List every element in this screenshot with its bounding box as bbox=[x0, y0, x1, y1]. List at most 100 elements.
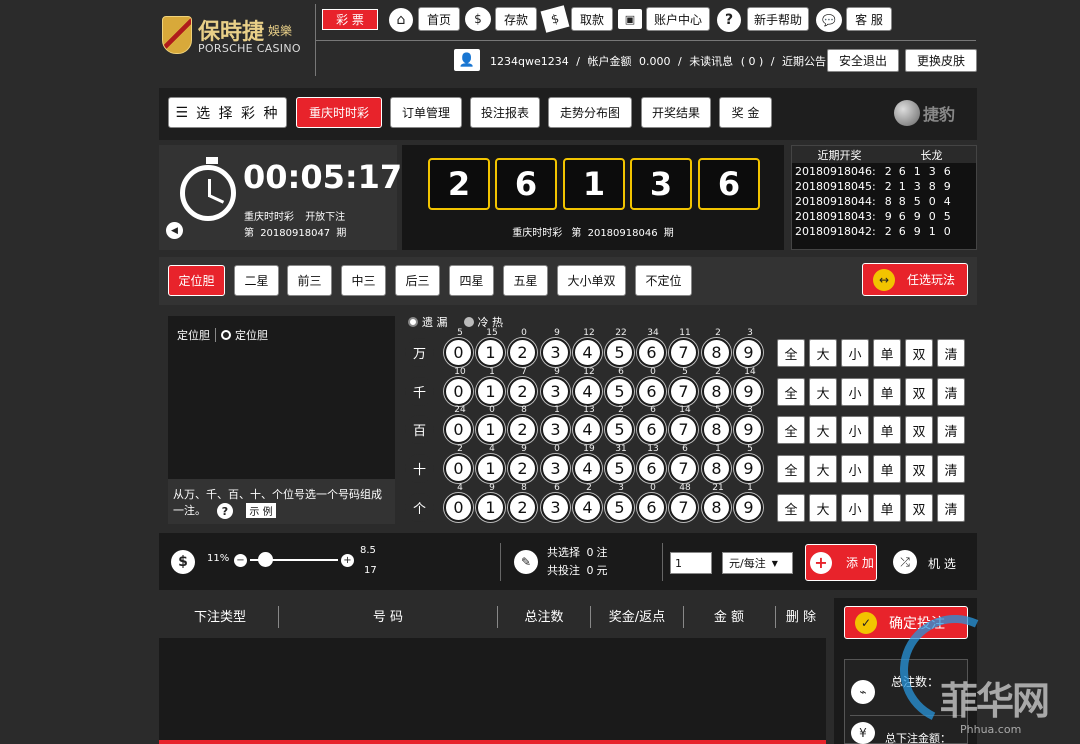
clear-button[interactable]: 清 bbox=[937, 455, 965, 483]
unread-count[interactable]: ( 0 ) bbox=[741, 55, 764, 68]
number-ball[interactable]: 5 bbox=[605, 454, 634, 483]
number-ball[interactable]: 6 bbox=[637, 377, 666, 406]
random-pick-button[interactable]: 机 选 bbox=[928, 555, 956, 572]
rebate-slider[interactable] bbox=[250, 552, 338, 567]
big-button[interactable]: 大 bbox=[809, 416, 837, 444]
number-ball[interactable]: 4 bbox=[573, 454, 602, 483]
number-ball[interactable]: 4 bbox=[573, 377, 602, 406]
number-ball[interactable]: 0 bbox=[444, 415, 473, 444]
number-ball[interactable]: 4 bbox=[573, 338, 602, 367]
number-ball[interactable]: 1 bbox=[476, 415, 505, 444]
number-ball[interactable]: 7 bbox=[669, 493, 698, 522]
number-ball[interactable]: 9 bbox=[734, 338, 763, 367]
number-ball[interactable]: 3 bbox=[541, 454, 570, 483]
number-ball[interactable]: 3 bbox=[541, 377, 570, 406]
select-all-button[interactable]: 全 bbox=[777, 494, 805, 522]
history-col-recent[interactable]: 近期开奖 bbox=[792, 147, 887, 163]
odd-button[interactable]: 单 bbox=[873, 339, 901, 367]
even-button[interactable]: 双 bbox=[905, 339, 933, 367]
clear-button[interactable]: 清 bbox=[937, 339, 965, 367]
sub-play-option[interactable]: 定位胆 bbox=[235, 327, 268, 343]
number-ball[interactable]: 0 bbox=[444, 454, 473, 483]
number-ball[interactable]: 5 bbox=[605, 338, 634, 367]
logout-button[interactable]: 安全退出 bbox=[827, 49, 899, 72]
help-icon[interactable]: ? bbox=[717, 8, 741, 32]
tab-draw-results[interactable]: 开奖结果 bbox=[641, 97, 711, 128]
play-tab-back3[interactable]: 后三 bbox=[395, 265, 440, 296]
slider-plus[interactable]: + bbox=[341, 554, 354, 567]
history-col-streak[interactable]: 长龙 bbox=[887, 147, 976, 163]
slider-minus[interactable]: − bbox=[234, 554, 247, 567]
clear-button[interactable]: 清 bbox=[937, 416, 965, 444]
number-ball[interactable]: 9 bbox=[734, 415, 763, 444]
slider-handle[interactable] bbox=[258, 552, 273, 567]
number-ball[interactable]: 8 bbox=[702, 338, 731, 367]
select-all-button[interactable]: 全 bbox=[777, 378, 805, 406]
confirm-bet-button[interactable]: ✓ 确定投注 bbox=[844, 606, 968, 639]
number-ball[interactable]: 2 bbox=[508, 377, 537, 406]
example-help-icon[interactable]: ? bbox=[217, 503, 233, 519]
clear-button[interactable]: 清 bbox=[937, 494, 965, 522]
even-button[interactable]: 双 bbox=[905, 494, 933, 522]
select-all-button[interactable]: 全 bbox=[777, 416, 805, 444]
number-ball[interactable]: 3 bbox=[541, 415, 570, 444]
number-ball[interactable]: 9 bbox=[734, 377, 763, 406]
play-tab-mid3[interactable]: 中三 bbox=[341, 265, 386, 296]
number-ball[interactable]: 1 bbox=[476, 493, 505, 522]
odd-button[interactable]: 单 bbox=[873, 378, 901, 406]
unit-select[interactable]: 元/每注 ▼ bbox=[722, 552, 793, 574]
notice-link[interactable]: 近期公告 bbox=[782, 55, 826, 68]
number-ball[interactable]: 9 bbox=[734, 454, 763, 483]
number-ball[interactable]: 8 bbox=[702, 454, 731, 483]
tab-orders[interactable]: 订单管理 bbox=[390, 97, 462, 128]
number-ball[interactable]: 6 bbox=[637, 454, 666, 483]
even-button[interactable]: 双 bbox=[905, 416, 933, 444]
select-all-button[interactable]: 全 bbox=[777, 339, 805, 367]
multiplier-input[interactable] bbox=[670, 552, 712, 574]
number-ball[interactable]: 5 bbox=[605, 493, 634, 522]
small-button[interactable]: 小 bbox=[841, 339, 869, 367]
small-button[interactable]: 小 bbox=[841, 494, 869, 522]
unread-label[interactable]: 未读讯息 bbox=[689, 55, 733, 68]
number-ball[interactable]: 2 bbox=[508, 454, 537, 483]
number-ball[interactable]: 8 bbox=[702, 415, 731, 444]
big-button[interactable]: 大 bbox=[809, 494, 837, 522]
number-ball[interactable]: 7 bbox=[669, 454, 698, 483]
add-button[interactable]: + 添 加 bbox=[805, 544, 877, 581]
play-tab-4star[interactable]: 四星 bbox=[449, 265, 494, 296]
home-icon[interactable]: ⌂ bbox=[389, 8, 413, 32]
big-button[interactable]: 大 bbox=[809, 455, 837, 483]
miss-label[interactable]: 遗 漏 bbox=[422, 314, 448, 330]
tab-bet-report[interactable]: 投注报表 bbox=[470, 97, 540, 128]
number-ball[interactable]: 3 bbox=[541, 338, 570, 367]
nav-withdraw[interactable]: 取款 bbox=[571, 7, 613, 31]
nav-service[interactable]: 客 服 bbox=[846, 7, 892, 31]
number-ball[interactable]: 1 bbox=[476, 454, 505, 483]
shuffle-icon[interactable]: ⤮ bbox=[893, 550, 917, 574]
even-button[interactable]: 双 bbox=[905, 378, 933, 406]
random-play-button[interactable]: ↔ 任选玩法 bbox=[862, 263, 968, 296]
nav-home[interactable]: 首页 bbox=[418, 7, 460, 31]
tab-cqssc[interactable]: 重庆时时彩 bbox=[296, 97, 382, 128]
sound-icon[interactable]: ◀ bbox=[166, 222, 183, 239]
play-tab-front3[interactable]: 前三 bbox=[287, 265, 332, 296]
small-button[interactable]: 小 bbox=[841, 416, 869, 444]
change-skin-button[interactable]: 更换皮肤 bbox=[905, 49, 977, 72]
number-ball[interactable]: 6 bbox=[637, 415, 666, 444]
play-tab-dingweidan[interactable]: 定位胆 bbox=[168, 265, 225, 296]
play-tab-unfixed[interactable]: 不定位 bbox=[635, 265, 692, 296]
tab-prize[interactable]: 奖 金 bbox=[719, 97, 772, 128]
number-ball[interactable]: 3 bbox=[541, 493, 570, 522]
number-ball[interactable]: 1 bbox=[476, 377, 505, 406]
number-ball[interactable]: 2 bbox=[508, 493, 537, 522]
tab-lottery[interactable]: 彩 票 bbox=[322, 9, 378, 30]
choose-lottery-button[interactable]: ☰ 选 择 彩 种 bbox=[168, 97, 287, 128]
number-ball[interactable]: 5 bbox=[605, 377, 634, 406]
small-button[interactable]: 小 bbox=[841, 455, 869, 483]
hot-radio[interactable] bbox=[463, 317, 474, 327]
nav-deposit[interactable]: 存款 bbox=[495, 7, 537, 31]
number-ball[interactable]: 7 bbox=[669, 377, 698, 406]
number-ball[interactable]: 7 bbox=[669, 338, 698, 367]
clear-button[interactable]: 清 bbox=[937, 378, 965, 406]
odd-button[interactable]: 单 bbox=[873, 416, 901, 444]
